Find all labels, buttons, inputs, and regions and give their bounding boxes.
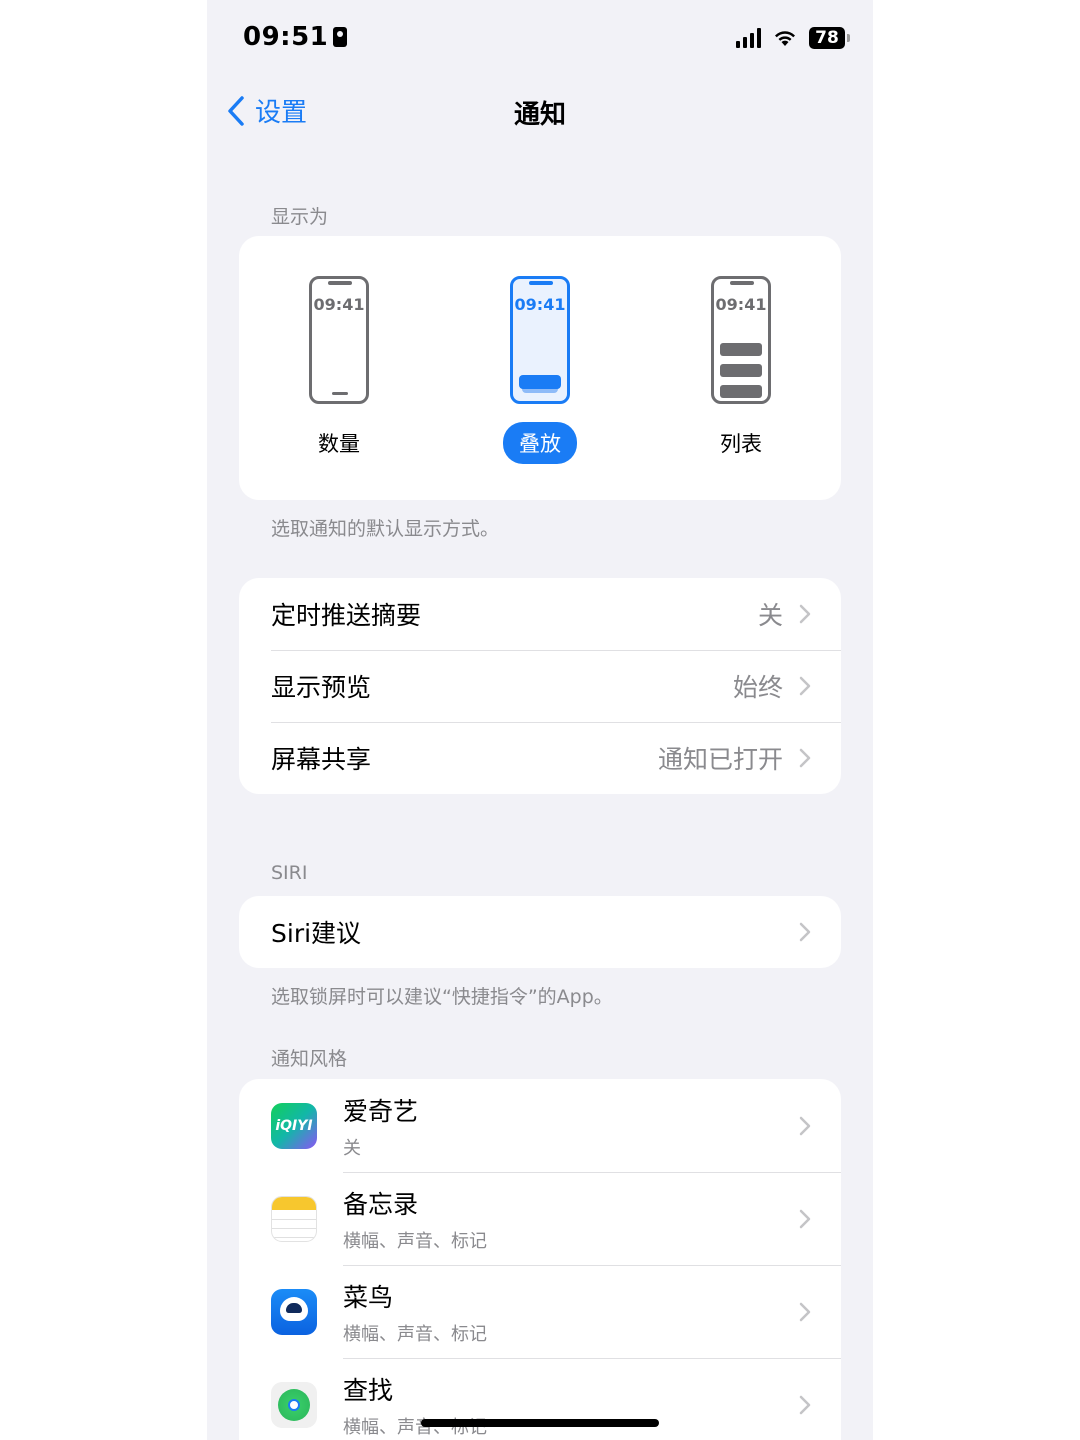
battery-level: 78 — [815, 28, 839, 48]
display-option-label: 列表 — [720, 432, 762, 456]
phone-screen: 09:51 78 设置 通知 显示为 09:41 数量 09:41 叠放 09:… — [207, 0, 873, 1440]
mini-phone-time: 09:41 — [514, 295, 566, 314]
wifi-icon — [775, 31, 795, 46]
battery-icon: 78 — [809, 27, 850, 49]
chevron-right-icon — [799, 1302, 811, 1321]
row-value: 关 — [757, 601, 783, 630]
iqiyi-logo-text: iQIYI — [275, 1117, 313, 1134]
status-time-text: 09:51 — [243, 22, 329, 52]
chevron-right-icon — [799, 1116, 811, 1135]
row-value: 始终 — [732, 673, 783, 702]
status-icons: 78 — [736, 27, 850, 49]
display-as-footnote: 选取通知的默认显示方式。 — [271, 518, 500, 540]
row-label: Siri建议 — [271, 919, 362, 948]
app-name: 爱奇艺 — [343, 1096, 419, 1126]
app-name: 查找 — [343, 1375, 394, 1405]
home-indicator[interactable] — [421, 1419, 659, 1427]
notes-icon — [271, 1195, 317, 1242]
display-option-list[interactable]: 09:41 列表 — [681, 276, 801, 464]
cellular-signal-icon — [736, 28, 761, 48]
stack-style-preview-icon: 09:41 — [510, 276, 570, 404]
chevron-right-icon — [799, 604, 811, 624]
app-row-find-my[interactable]: 查找 横幅、声音、标记 — [239, 1358, 841, 1440]
app-row-iqiyi[interactable]: iQIYI 爱奇艺 关 — [239, 1079, 841, 1172]
notification-style-card: iQIYI 爱奇艺 关 备忘录 横幅、声音、标记 菜鸟 横幅、声音、标记 查找 … — [239, 1079, 841, 1440]
list-style-preview-icon: 09:41 — [711, 276, 771, 404]
row-label: 屏幕共享 — [271, 745, 372, 774]
settings-card: 定时推送摘要 关 显示预览 始终 屏幕共享 通知已打开 — [239, 578, 841, 794]
display-option-label: 叠放 — [503, 422, 577, 464]
display-option-stack[interactable]: 09:41 叠放 — [480, 276, 600, 464]
chevron-right-icon — [799, 1209, 811, 1228]
cainiao-icon — [271, 1288, 317, 1335]
siri-footnote: 选取锁屏时可以建议“快捷指令”的App。 — [271, 986, 613, 1008]
siri-section-label: SIRI — [271, 862, 308, 884]
focus-id-icon — [333, 27, 348, 47]
count-style-preview-icon: 09:41 — [309, 276, 369, 404]
display-option-count[interactable]: 09:41 数量 — [279, 276, 399, 464]
display-as-section-label: 显示为 — [271, 206, 329, 228]
row-value: 通知已打开 — [657, 745, 783, 774]
app-row-cainiao[interactable]: 菜鸟 横幅、声音、标记 — [239, 1265, 841, 1358]
chevron-right-icon — [799, 676, 811, 696]
display-option-label: 数量 — [318, 432, 360, 456]
row-label: 显示预览 — [271, 673, 372, 702]
mini-phone-time: 09:41 — [313, 295, 365, 314]
chevron-right-icon — [799, 1395, 811, 1414]
mini-phone-time: 09:41 — [715, 295, 767, 314]
find-my-icon — [271, 1381, 317, 1428]
page-title: 通知 — [513, 100, 566, 130]
app-row-notes[interactable]: 备忘录 横幅、声音、标记 — [239, 1172, 841, 1265]
iqiyi-icon: iQIYI — [271, 1102, 317, 1149]
row-label: 定时推送摘要 — [271, 601, 422, 630]
scheduled-summary-row[interactable]: 定时推送摘要 关 — [239, 578, 841, 650]
app-name: 备忘录 — [343, 1189, 419, 1219]
app-notification-summary: 横幅、声音、标记 — [343, 1323, 487, 1345]
app-name: 菜鸟 — [343, 1282, 394, 1312]
show-previews-row[interactable]: 显示预览 始终 — [239, 650, 841, 722]
screen-sharing-row[interactable]: 屏幕共享 通知已打开 — [239, 722, 841, 794]
chevron-right-icon — [799, 922, 811, 942]
notification-style-section-label: 通知风格 — [271, 1048, 348, 1070]
app-notification-summary: 横幅、声音、标记 — [343, 1230, 487, 1252]
siri-card: Siri建议 — [239, 896, 841, 968]
chevron-right-icon — [799, 748, 811, 768]
display-as-card: 09:41 数量 09:41 叠放 09:41 列表 — [239, 236, 841, 500]
status-time: 09:51 — [243, 22, 348, 52]
siri-suggestions-row[interactable]: Siri建议 — [239, 896, 841, 968]
app-notification-summary: 关 — [343, 1137, 361, 1159]
